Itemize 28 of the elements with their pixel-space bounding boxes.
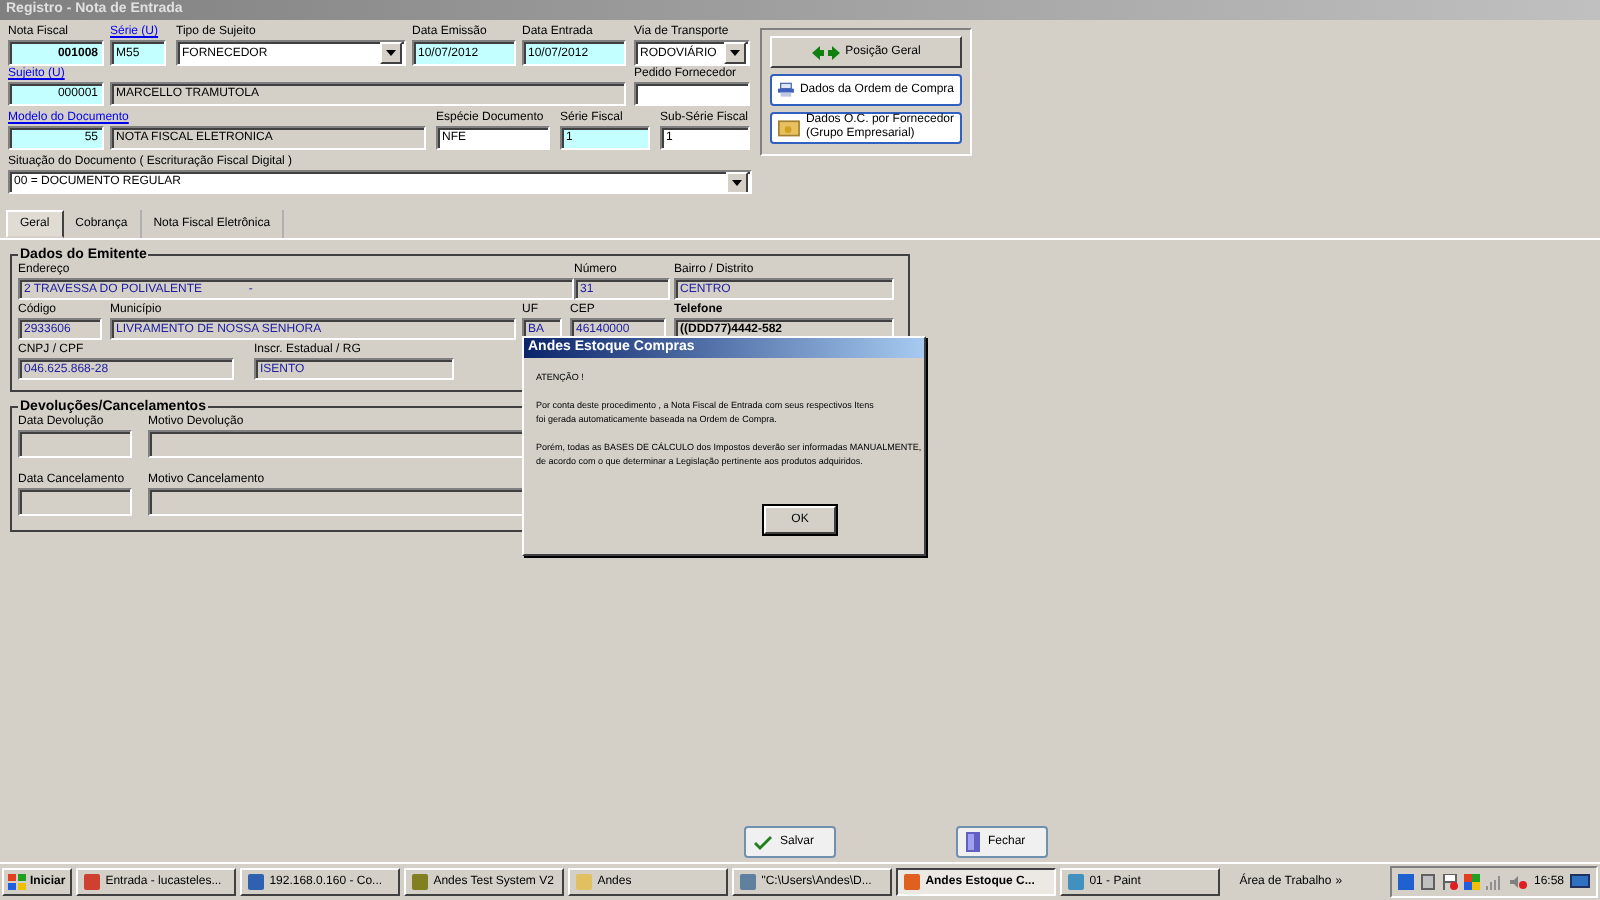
arrows-icon (811, 45, 840, 59)
printer-icon (778, 80, 794, 100)
dropdown-arrow-icon (386, 50, 396, 56)
speaker-muted-icon[interactable] (1509, 874, 1528, 890)
app-icon (1067, 874, 1084, 890)
app-icon (575, 874, 592, 890)
clipboard-icon[interactable] (1419, 874, 1436, 890)
input-field[interactable] (18, 488, 132, 516)
door-icon (966, 832, 980, 852)
app-icon (739, 874, 756, 890)
flag-icon[interactable] (1441, 874, 1458, 890)
dropdown-arrow-icon (732, 179, 742, 185)
input-field[interactable] (18, 430, 132, 458)
dropdown-button[interactable] (726, 172, 748, 192)
squares-icon[interactable] (1463, 874, 1480, 890)
app-icon (903, 874, 920, 890)
app-icon (83, 874, 100, 890)
dropdown-button[interactable] (380, 42, 402, 64)
app-icon (411, 874, 428, 890)
windows-logo-icon (8, 874, 26, 890)
folder-icon (778, 118, 800, 138)
dropdown-button[interactable] (724, 42, 746, 64)
desktop-icon[interactable] (1570, 874, 1590, 890)
input-field[interactable] (634, 82, 750, 106)
tray-app-icon[interactable] (1397, 874, 1414, 890)
checkmark-icon (754, 835, 772, 849)
app-icon (247, 874, 264, 890)
dropdown-arrow-icon (730, 50, 740, 56)
